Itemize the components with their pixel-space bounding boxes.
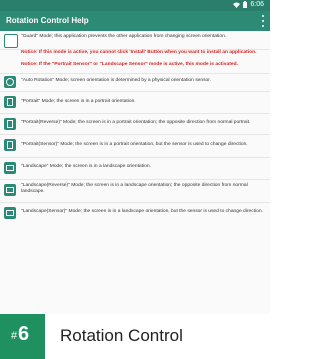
landscape-sensor-icon — [4, 207, 16, 219]
notice-text: Notice: If this mode is active, you cann… — [21, 50, 257, 55]
help-text: "Landscape" Mode; the screen is in a lan… — [21, 164, 151, 169]
app-bar: Rotation Control Help — [0, 11, 270, 31]
overflow-menu-icon[interactable] — [260, 15, 266, 27]
badge-number: 6 — [18, 323, 30, 345]
help-row-notice-sensor: Notice: If the "Portrait Sensor" or "Lan… — [0, 60, 270, 74]
help-text: "Auto Rotation" Mode; screen orientation… — [21, 78, 211, 83]
help-text: "Portrait(Reverse)" Mode; the screen is … — [21, 120, 251, 125]
status-icons: 6:06 — [233, 1, 264, 8]
help-row-landscape-sensor: "Landscape(Sensor)" Mode; the screen is … — [0, 202, 270, 225]
footer-banner: # 6 Rotation Control — [0, 314, 270, 359]
help-text: "Guard" Mode; this application prevents … — [21, 34, 227, 39]
rank-badge: # 6 — [0, 314, 45, 359]
page-title: Rotation Control Help — [6, 16, 89, 25]
portrait-reverse-icon — [4, 118, 16, 130]
help-text: "Portrait" Mode; the screen is in a port… — [21, 99, 136, 104]
landscape-icon — [4, 162, 16, 174]
battery-icon — [243, 1, 248, 8]
help-row-notice-install: Notice: If this mode is active, you cann… — [0, 49, 270, 60]
landscape-reverse-icon — [4, 184, 16, 196]
notice-text: Notice: If the "Portrait Sensor" or "Lan… — [21, 62, 238, 67]
status-bar: 6:06 — [0, 0, 270, 11]
help-row-landscape: "Landscape" Mode; the screen is in a lan… — [0, 157, 270, 180]
help-text: "Landscape(Sensor)" Mode; the screen is … — [21, 209, 263, 214]
help-text: "Landscape(Reverse)" Mode; the screen is… — [21, 183, 248, 195]
status-time: 6:06 — [250, 1, 264, 8]
help-text: "Portrait(Sensor)" Mode; the screen is i… — [21, 142, 248, 147]
auto-rotation-icon — [4, 76, 16, 88]
guard-icon — [4, 34, 18, 48]
help-row-portrait-reverse: "Portrait(Reverse)" Mode; the screen is … — [0, 113, 270, 135]
help-row-auto-rotation: "Auto Rotation" Mode; screen orientation… — [0, 73, 270, 92]
badge-hash: # — [11, 330, 18, 342]
portrait-icon — [4, 96, 16, 108]
help-row-landscape-reverse: "Landscape(Reverse)" Mode; the screen is… — [0, 179, 270, 203]
help-row-portrait-sensor: "Portrait(Sensor)" Mode; the screen is i… — [0, 134, 270, 158]
help-row-guard: "Guard" Mode; this application prevents … — [0, 31, 270, 50]
app-name: Rotation Control — [60, 326, 183, 345]
wifi-icon — [233, 2, 241, 8]
portrait-sensor-icon — [4, 139, 16, 151]
help-list: "Guard" Mode; this application prevents … — [0, 31, 270, 314]
help-row-portrait: "Portrait" Mode; the screen is in a port… — [0, 91, 270, 114]
